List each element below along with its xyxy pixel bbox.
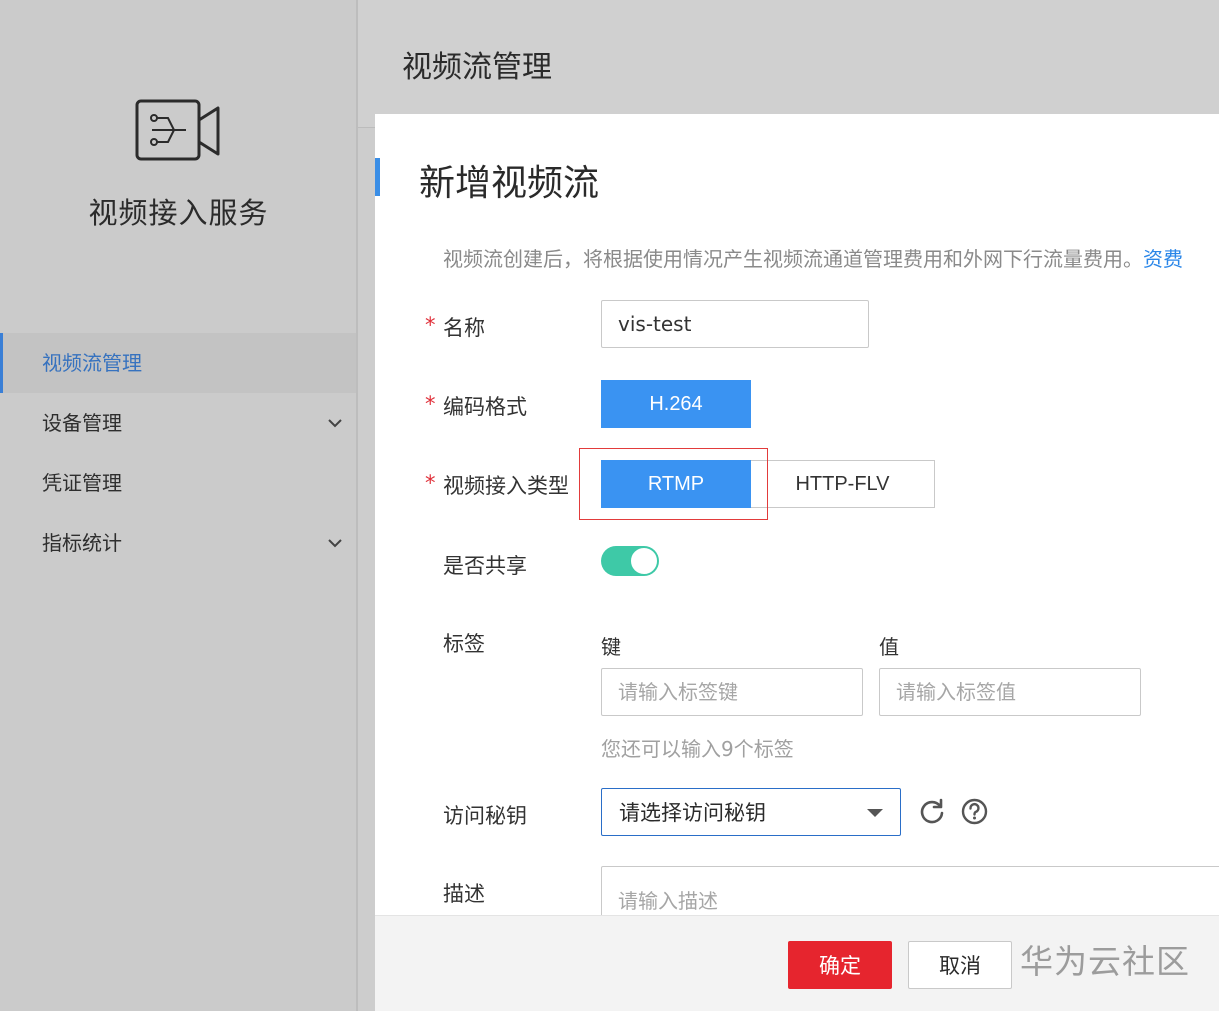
dialog-title: 新增视频流 xyxy=(419,163,600,204)
billing-notice-text: 视频流创建后，将根据使用情况产生视频流通道管理费用和外网下行流量费用。 xyxy=(443,247,1143,271)
refresh-icon[interactable] xyxy=(919,798,945,824)
sidebar-item-label: 视频流管理 xyxy=(42,351,142,375)
chevron-down-icon[interactable] xyxy=(327,393,343,453)
tag-value-column-label: 值 xyxy=(879,635,899,659)
share-toggle[interactable] xyxy=(601,546,659,576)
sidebar-item-label: 设备管理 xyxy=(42,411,122,435)
sidebar-item-devices[interactable]: 设备管理 xyxy=(0,393,357,453)
codec-label: 编码格式 xyxy=(443,395,527,419)
sidebar-item-credentials[interactable]: 凭证管理 xyxy=(0,453,357,513)
page-title: 视频流管理 xyxy=(402,50,552,85)
access-key-select[interactable]: 请选择访问秘钥 xyxy=(601,788,901,836)
create-stream-dialog: 新增视频流 视频流创建后，将根据使用情况产生视频流通道管理费用和外网下行流量费用… xyxy=(375,114,1219,1011)
tag-key-column-label: 键 xyxy=(601,635,621,659)
sidebar-item-label: 指标统计 xyxy=(42,531,122,555)
access-type-label: 视频接入类型 xyxy=(443,474,569,498)
sidebar-item-label: 凭证管理 xyxy=(42,471,122,495)
access-key-select-value: 请选择访问秘钥 xyxy=(619,801,766,825)
tag-remaining-hint: 您还可以输入9个标签 xyxy=(601,737,794,761)
billing-notice: 视频流创建后，将根据使用情况产生视频流通道管理费用和外网下行流量费用。资费 xyxy=(443,243,1183,272)
name-label: 名称 xyxy=(443,316,485,340)
required-mark: * xyxy=(425,313,436,337)
chevron-down-icon[interactable] xyxy=(327,513,343,573)
name-input[interactable] xyxy=(601,300,869,348)
description-label: 描述 xyxy=(443,882,485,906)
confirm-button[interactable]: 确定 xyxy=(788,941,892,989)
service-name: 视频接入服务 xyxy=(88,196,269,230)
sidebar-item-video-streams[interactable]: 视频流管理 xyxy=(0,333,357,393)
required-mark: * xyxy=(425,392,436,416)
main-header: 视频流管理 xyxy=(358,0,1219,128)
toggle-knob xyxy=(630,547,658,575)
title-accent-bar xyxy=(375,158,380,196)
pricing-link[interactable]: 资费 xyxy=(1143,247,1183,271)
access-key-label: 访问秘钥 xyxy=(443,804,527,828)
tags-label: 标签 xyxy=(443,632,485,656)
dialog-footer: 确定 取消 华为云社区 xyxy=(375,915,1219,1011)
sidebar-nav: 视频流管理 设备管理 凭证管理 指标统计 xyxy=(0,333,357,573)
required-mark: * xyxy=(425,471,436,495)
tag-key-input[interactable] xyxy=(601,668,863,716)
cancel-button[interactable]: 取消 xyxy=(908,941,1012,989)
dropdown-arrow-icon xyxy=(867,809,883,817)
help-icon[interactable] xyxy=(961,798,988,825)
codec-h264-button[interactable]: H.264 xyxy=(601,380,751,428)
tag-value-input[interactable] xyxy=(879,668,1141,716)
share-label: 是否共享 xyxy=(443,554,527,578)
sidebar: 视频接入服务 视频流管理 设备管理 凭证管理 指标统计 xyxy=(0,0,357,1011)
sidebar-item-metrics[interactable]: 指标统计 xyxy=(0,513,357,573)
access-type-httpflv-option[interactable]: HTTP-FLV xyxy=(751,460,935,508)
video-camera-icon xyxy=(135,99,220,161)
watermark: 华为云社区 xyxy=(1020,942,1190,981)
access-type-rtmp-option[interactable]: RTMP xyxy=(601,460,751,508)
